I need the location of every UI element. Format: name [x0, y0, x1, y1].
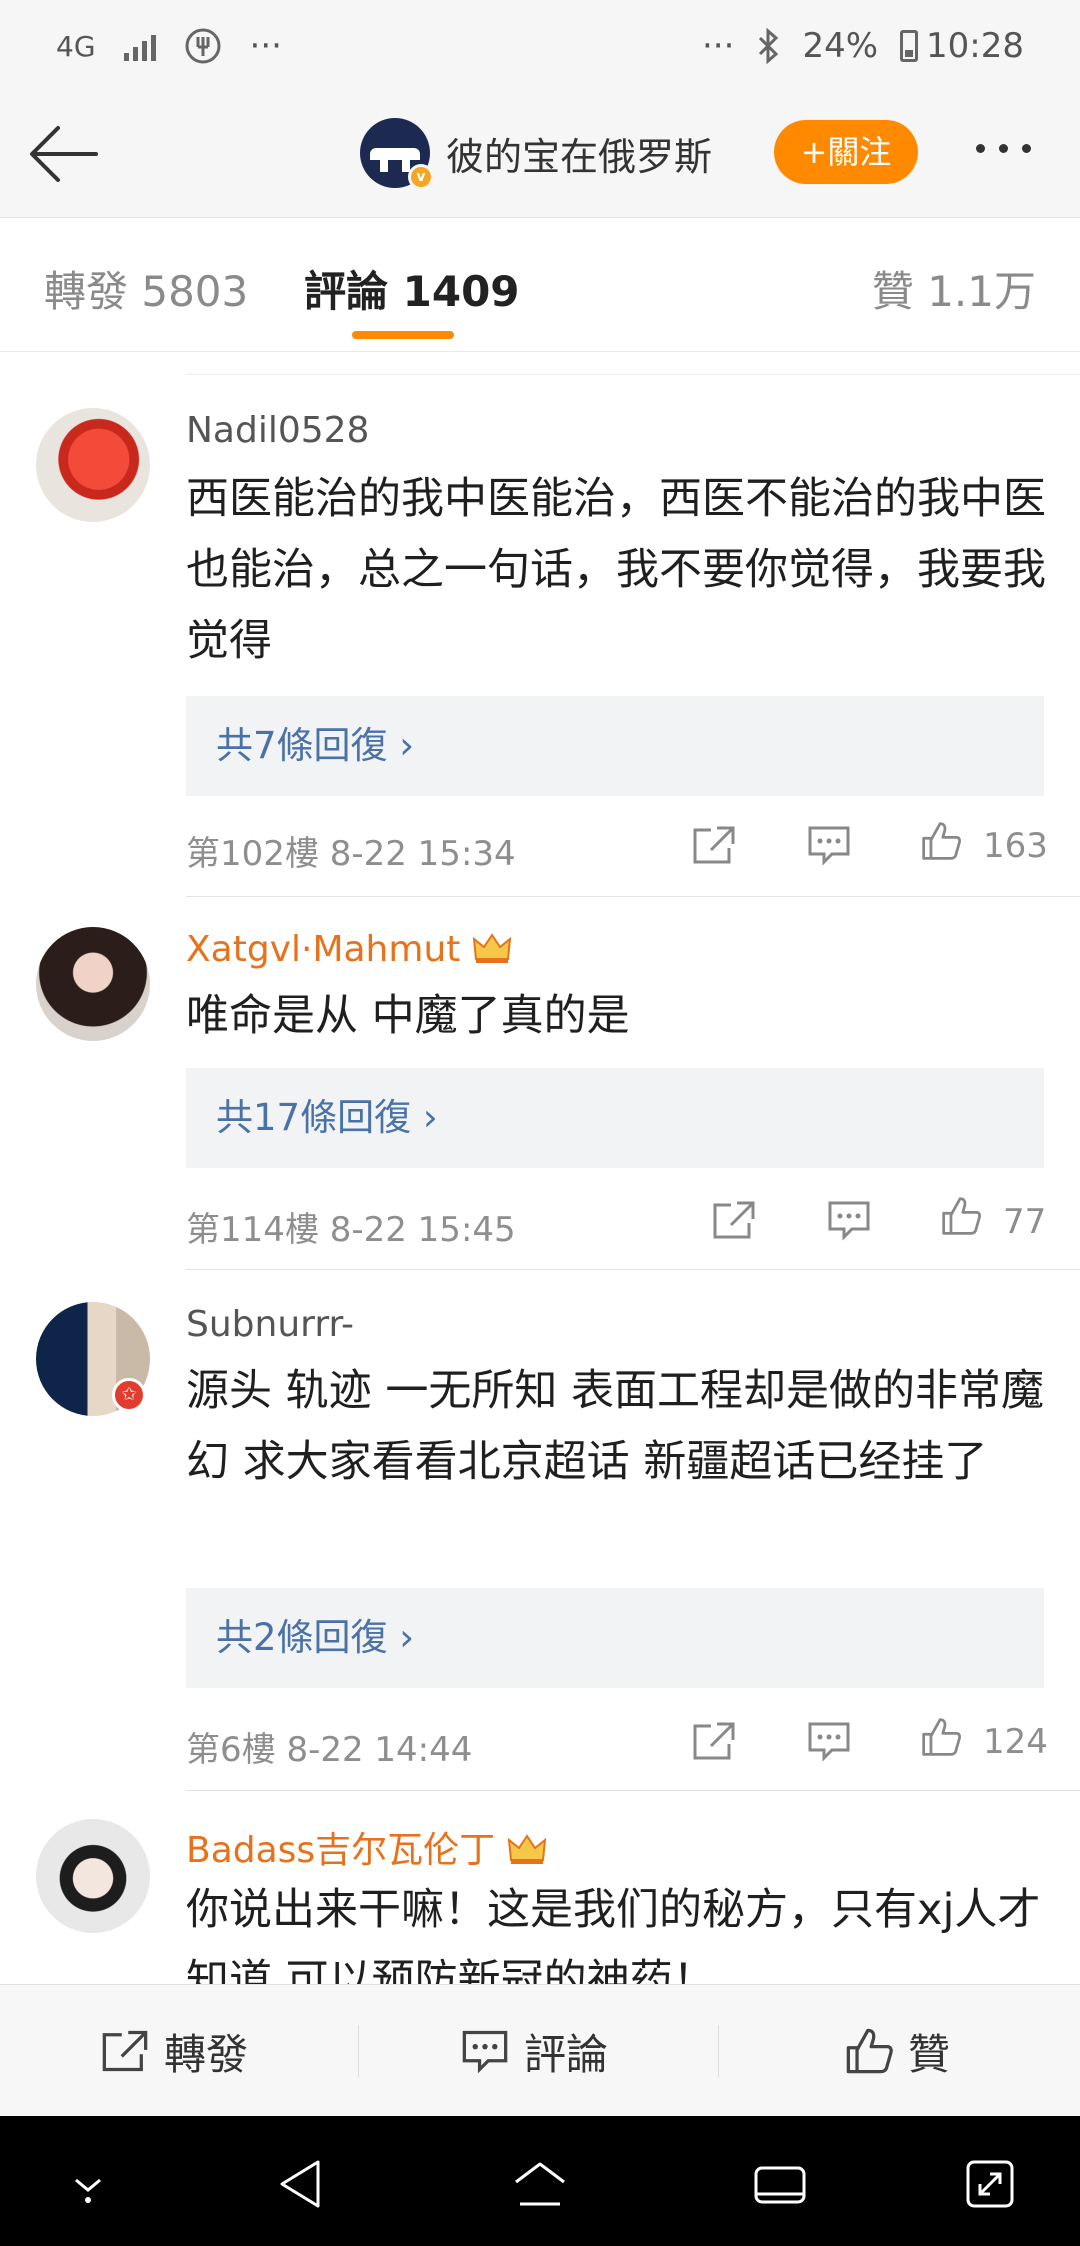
tab-comments[interactable]: 評論 1409	[304, 258, 520, 319]
nav-expand-icon[interactable]	[960, 2156, 1020, 2212]
username-text[interactable]: Xatgvl·Mahmut	[186, 929, 460, 970]
nav-home-icon[interactable]	[510, 2156, 570, 2212]
divider	[186, 374, 1080, 375]
comment-text: 西医能治的我中医能治，西医不能治的我中医也能治，总之一句话，我不要你觉得，我要我…	[186, 474, 1046, 666]
vip-crown-icon	[473, 933, 512, 963]
network-indicator: 4G	[56, 29, 96, 63]
nav-back-icon[interactable]	[272, 2156, 332, 2212]
like-count: 163	[983, 826, 1048, 866]
comment-username[interactable]: Nadil0528	[186, 410, 369, 451]
comment-text: 你说出来干嘛！这是我们的秘方，只有xj人才知道 可以预防新冠的神药！	[186, 1885, 1041, 1984]
comment-icon[interactable]	[826, 1199, 872, 1241]
verified-badge-icon: v	[408, 164, 434, 190]
battery-icon	[900, 30, 919, 62]
back-arrow-icon[interactable]	[28, 122, 100, 186]
avatar[interactable]	[36, 408, 150, 522]
comment-icon[interactable]	[806, 1720, 852, 1762]
share-icon[interactable]	[691, 1720, 737, 1762]
nav-recents-icon[interactable]	[750, 2156, 810, 2212]
like-label: 贊	[908, 2029, 951, 2079]
tab-repost[interactable]: 轉發 5803	[44, 258, 248, 319]
comment-username[interactable]: Subnurrr-	[186, 1304, 354, 1345]
like-icon[interactable]	[918, 820, 964, 862]
status-bar: 4G ··· ··· 24% 10:28	[0, 0, 1080, 92]
replies-link[interactable]: 共17條回復 ›	[186, 1068, 1044, 1168]
comment-button[interactable]: 評論	[460, 1985, 608, 2117]
tab-likes[interactable]: 贊 1.1万	[872, 258, 1036, 319]
like-count: 77	[1003, 1202, 1047, 1242]
nav-down-icon[interactable]	[58, 2156, 118, 2212]
divider	[358, 2025, 359, 2077]
bottom-action-bar: 轉發 評論 贊	[0, 1984, 1080, 2116]
vip-crown-icon	[507, 1834, 547, 1864]
comment-text: 唯命是从 中魔了真的是	[186, 991, 630, 1041]
comment-username[interactable]: Xatgvl·Mahmut	[186, 929, 512, 970]
share-icon[interactable]	[691, 824, 737, 866]
like-count: 124	[983, 1722, 1048, 1762]
username-text[interactable]: Badass吉尔瓦伦丁	[186, 1830, 495, 1871]
like-icon	[846, 2028, 893, 2074]
divider	[718, 2025, 719, 2077]
avatar[interactable]	[36, 927, 150, 1041]
avatar[interactable]	[36, 1819, 150, 1933]
comment-separator	[186, 1269, 1080, 1270]
tab-indicator	[352, 331, 454, 339]
comment-username[interactable]: Badass吉尔瓦伦丁	[186, 1821, 547, 1873]
comment-label: 評論	[524, 2029, 609, 2079]
comment-meta: 第102樓 8-22 15:34	[186, 834, 516, 874]
replies-link[interactable]: 共2條回復 ›	[186, 1588, 1044, 1688]
comment-meta: 第6樓 8-22 14:44	[186, 1730, 473, 1770]
comment-icon	[462, 2030, 508, 2074]
header-username[interactable]: 彼的宝在俄罗斯	[446, 126, 712, 181]
signal-icon	[123, 31, 156, 61]
comment-text: 源头 轨迹 一无所知 表面工程却是做的非常魔幻 求大家看看北京超话 新疆超话已经…	[186, 1366, 1045, 1487]
like-icon[interactable]	[938, 1195, 984, 1237]
replies-link[interactable]: 共7條回復 ›	[186, 696, 1044, 796]
like-button[interactable]: 贊	[844, 1985, 950, 2117]
share-icon	[102, 2030, 148, 2072]
clock: 10:28	[926, 26, 1024, 66]
star-badge-icon: ✩	[112, 1378, 146, 1412]
comment-separator	[186, 896, 1080, 897]
notification-icon	[185, 28, 221, 64]
repost-button[interactable]: 轉發	[100, 1985, 248, 2117]
status-more: ···	[249, 26, 282, 66]
follow-button[interactable]: +關注	[774, 120, 918, 184]
more-dots-icon[interactable]	[976, 144, 1031, 153]
share-icon[interactable]	[711, 1199, 757, 1241]
top-header: v 彼的宝在俄罗斯 +關注	[0, 92, 1080, 218]
comment-icon[interactable]	[806, 824, 852, 866]
comment-meta: 第114樓 8-22 15:45	[186, 1210, 516, 1250]
tab-bar: 轉發 5803 評論 1409 贊 1.1万	[0, 218, 1080, 352]
system-nav-bar	[0, 2116, 1080, 2246]
repost-label: 轉發	[164, 2029, 249, 2079]
like-icon[interactable]	[918, 1716, 964, 1758]
status-more-right: ···	[702, 26, 735, 66]
bluetooth-icon	[759, 28, 779, 64]
comment-item: Badass吉尔瓦伦丁 你说出来干嘛！这是我们的秘方，只有xj人才知道 可以预防…	[0, 1791, 1080, 1984]
battery-percent: 24%	[802, 26, 879, 66]
